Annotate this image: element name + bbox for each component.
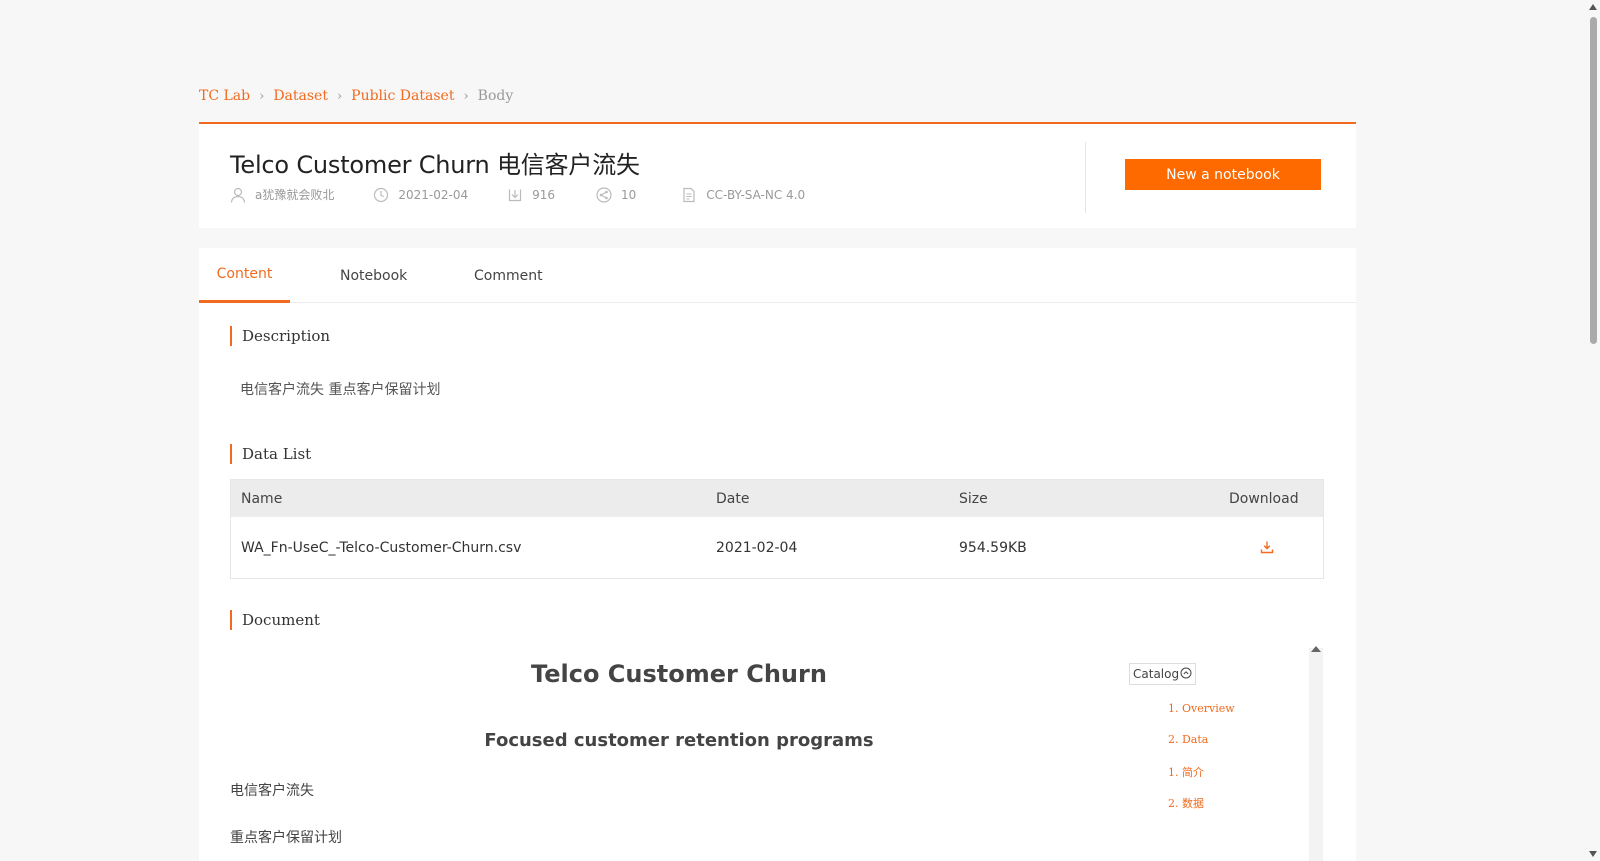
catalog-item-overview[interactable]: 1. Overview [1168,702,1235,715]
download-icon[interactable] [1260,540,1274,558]
scroll-up-arrow-icon[interactable] [1311,646,1321,652]
shares-meta: 10 [596,186,637,203]
header-size: Size [959,490,988,507]
publish-date: 2021-02-04 [398,187,469,202]
catalog-item-data[interactable]: 2. Data [1168,733,1208,746]
dataset-header: Telco Customer Churn 电信客户流失 a犹豫就会败北 2021… [199,122,1356,228]
document-title: Telco Customer Churn [531,660,827,688]
table-header: Name Date Size Download [231,480,1323,517]
document-icon [681,187,697,203]
document-heading: Document [230,610,320,630]
license: CC-BY-SA-NC 4.0 [706,187,806,202]
header-divider [1085,142,1086,213]
document-paragraph: 重点客户保留计划 [230,830,342,846]
dataset-meta: a犹豫就会败北 2021-02-04 916 10 CC-BY-SA-NC 4.… [230,186,805,203]
chevron-right-icon: › [336,88,343,104]
breadcrumb-current: Body [477,88,514,104]
table-row: WA_Fn-UseC_-Telco-Customer-Churn.csv 202… [231,517,1323,578]
document-subtitle: Focused customer retention programs [484,730,874,751]
catalog-item-data-cn[interactable]: 2. 数据 [1168,795,1204,811]
date-meta: 2021-02-04 [373,187,468,203]
dataset-title: Telco Customer Churn 电信客户流失 [230,151,640,179]
header-download: Download [1229,490,1299,507]
author-name[interactable]: a犹豫就会败北 [255,186,334,203]
download-count: 916 [532,187,556,202]
file-date: 2021-02-04 [716,539,798,556]
catalog-panel: Catalog 1. Overview 2. Data 1. 简介 2. 数据 [1119,646,1309,861]
catalog-toggle-button[interactable]: Catalog [1129,663,1197,685]
downloads-meta: 916 [507,187,555,203]
share-icon [596,186,612,203]
author-meta: a犹豫就会败北 [230,186,334,203]
scroll-up-icon[interactable] [1589,4,1597,10]
description-text: 电信客户流失 重点客户保留计划 [240,382,441,398]
scroll-down-icon[interactable] [1589,851,1597,857]
document-paragraph: 电信客户流失 [230,783,314,799]
file-size: 954.59KB [959,539,1027,556]
catalog-scrollbar[interactable] [1309,648,1323,861]
data-list-table: Name Date Size Download WA_Fn-UseC_-Telc… [230,479,1324,579]
chevron-right-icon: › [259,88,265,104]
breadcrumb-public-dataset[interactable]: Public Dataset [351,88,454,104]
tab-notebook[interactable]: Notebook [340,248,407,303]
header-name: Name [241,490,283,507]
chevron-right-icon: › [463,88,469,104]
scrollbar-thumb[interactable] [1590,17,1597,344]
tab-content[interactable]: Content [199,248,290,303]
license-meta: CC-BY-SA-NC 4.0 [681,187,805,203]
chevron-up-circle-icon [1179,667,1192,682]
catalog-item-intro[interactable]: 1. 简介 [1168,764,1204,780]
description-heading: Description [230,326,330,346]
breadcrumb: TC Lab › Dataset › Public Dataset › Body [199,88,513,104]
header-date: Date [716,490,750,507]
user-icon [230,187,246,203]
tab-bar: Content Notebook Comment [199,248,1356,303]
download-count-icon [507,187,523,203]
share-count: 10 [621,187,637,202]
file-name: WA_Fn-UseC_-Telco-Customer-Churn.csv [241,539,522,556]
breadcrumb-tc-lab[interactable]: TC Lab [199,88,250,104]
content-panel: Content Notebook Comment Description 电信客… [199,248,1356,861]
breadcrumb-dataset[interactable]: Dataset [273,88,328,104]
page-scrollbar[interactable] [1586,0,1600,861]
catalog-label: Catalog [1133,667,1180,681]
clock-icon [373,187,389,203]
data-list-heading: Data List [230,444,311,464]
new-notebook-button[interactable]: New a notebook [1125,159,1321,190]
tab-comment[interactable]: Comment [474,248,543,303]
